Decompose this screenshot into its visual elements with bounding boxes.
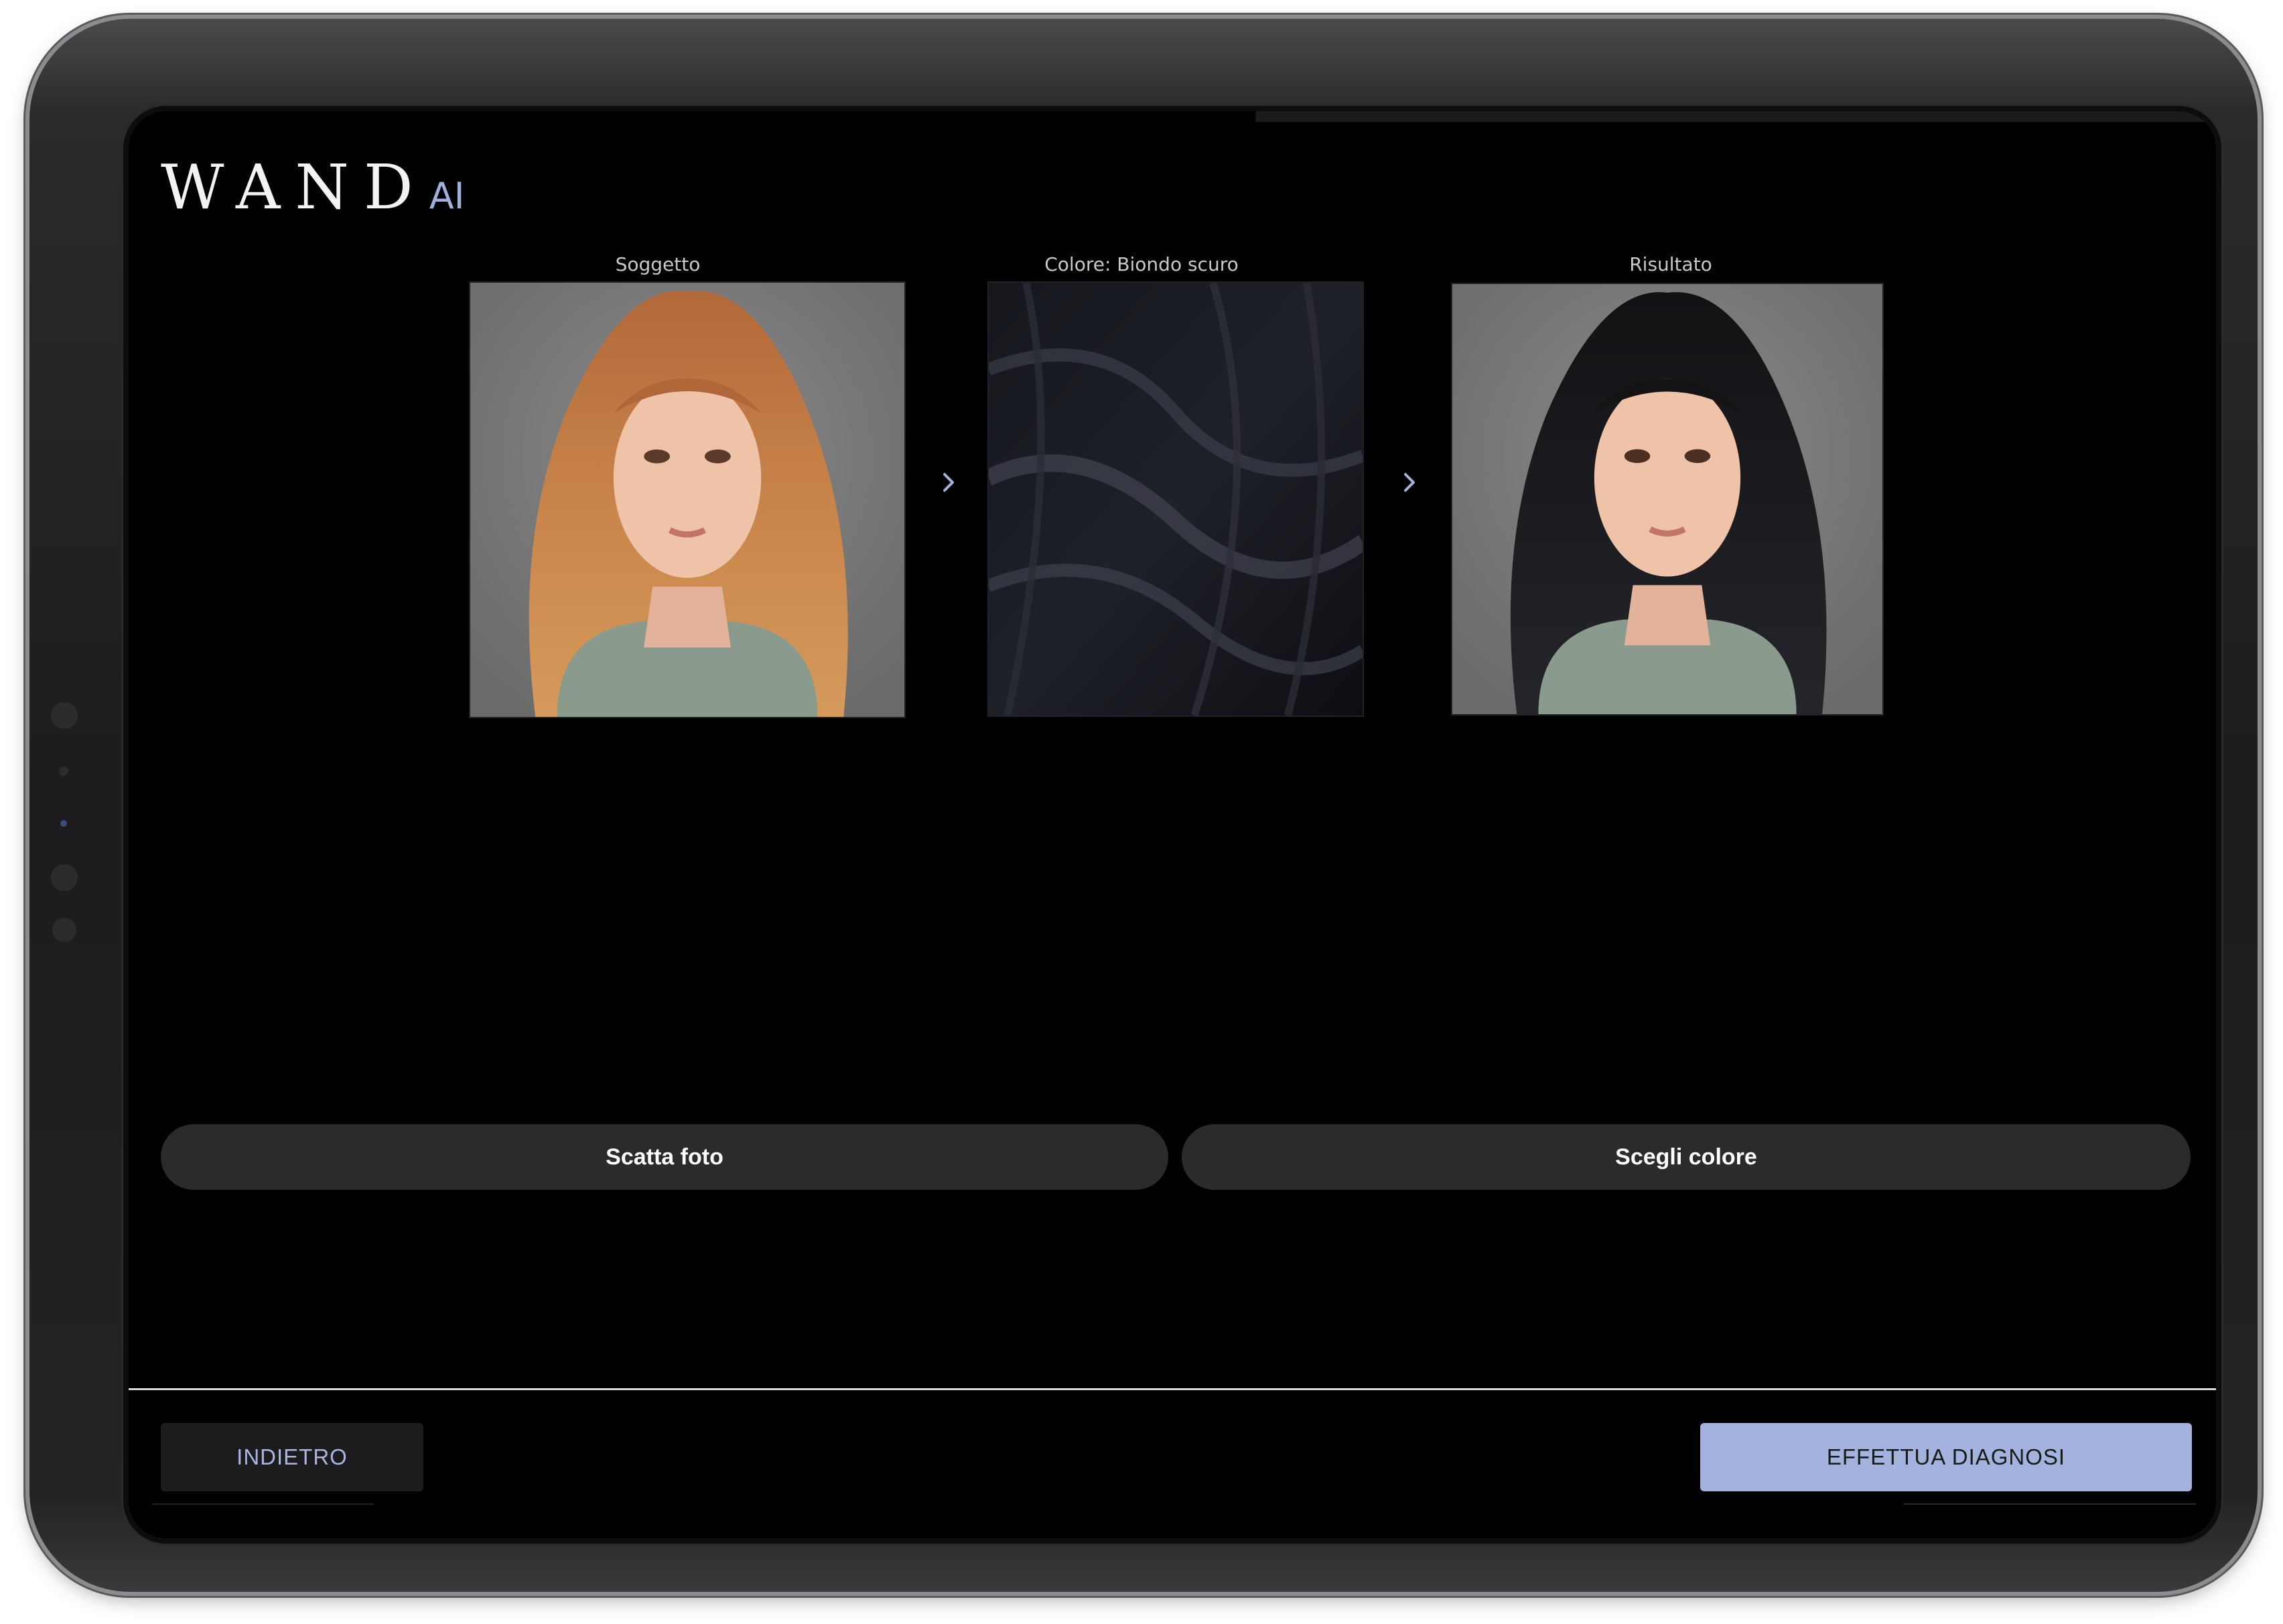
brand-logo: WAND AI — [161, 151, 465, 223]
footer-divider — [129, 1388, 2216, 1390]
chevron-right-icon — [943, 473, 954, 492]
tablet-frame: WAND AI Soggetto Colore: Biondo scuro Ri… — [29, 19, 2258, 1592]
camera-dot — [51, 702, 78, 729]
result-photo[interactable] — [1451, 283, 1884, 716]
sensor-dot — [60, 820, 67, 827]
diagnose-button[interactable]: EFFETTUA DIAGNOSI — [1700, 1423, 2192, 1491]
app-screen: WAND AI Soggetto Colore: Biondo scuro Ri… — [129, 111, 2216, 1538]
brand-suffix: AI — [429, 175, 465, 217]
choose-color-button[interactable]: Scegli colore — [1182, 1124, 2191, 1190]
divider — [153, 1503, 374, 1505]
chevron-right-icon — [1404, 473, 1415, 492]
status-strip — [129, 111, 2216, 122]
panel-label-color: Colore: Biondo scuro — [1044, 253, 1239, 275]
divider — [1904, 1503, 2196, 1505]
side-button — [52, 918, 76, 942]
panel-label-result: Risultato — [1629, 253, 1712, 275]
subject-photo[interactable] — [469, 281, 906, 718]
back-button[interactable]: INDIETRO — [161, 1423, 423, 1491]
color-swatch[interactable] — [987, 281, 1364, 717]
panel-label-subject: Soggetto — [615, 253, 701, 275]
take-photo-button[interactable]: Scatta foto — [161, 1124, 1168, 1190]
side-button — [51, 864, 78, 891]
brand-name: WAND — [161, 151, 428, 223]
sensor-dot — [59, 766, 68, 776]
